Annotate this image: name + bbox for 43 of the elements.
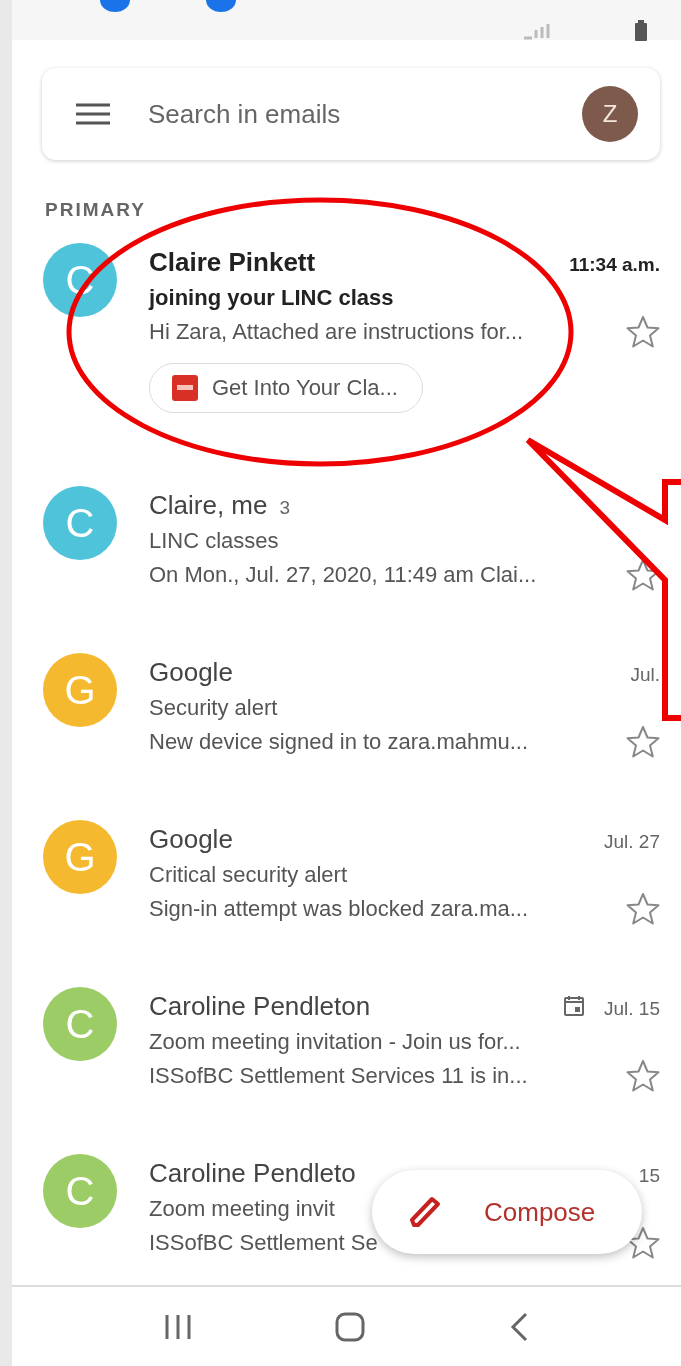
sender-name: Google [149, 655, 233, 689]
menu-icon[interactable] [76, 103, 110, 125]
sender-name: Claire Pinkett [149, 245, 316, 279]
email-subject: Critical security alert [149, 860, 348, 889]
email-subject: LINC classes [149, 526, 279, 555]
sender-name: Caroline Pendleto [149, 1156, 356, 1190]
recent-apps-icon[interactable] [163, 1312, 192, 1341]
sender-name: Claire, me [149, 488, 268, 522]
sender-avatar: C [43, 1153, 117, 1228]
account-avatar[interactable]: Z [582, 86, 638, 142]
email-date: Jul. [630, 662, 660, 687]
sender-name: Google [149, 822, 233, 856]
email-date: Jul. 27 [604, 829, 660, 854]
email-subject: Zoom meeting invit [149, 1194, 335, 1223]
attachment-chip[interactable]: Get Into Your Cla... [149, 362, 423, 413]
sender-avatar: C [43, 986, 117, 1061]
email-date: 11:34 a.m. [569, 252, 660, 277]
email-snippet: ISSofBC Settlement Services 11 is in... [149, 1062, 528, 1090]
search-field[interactable]: Search in emails [146, 93, 546, 135]
email-subject: Zoom meeting invitation - Join us for... [149, 1027, 521, 1056]
thread-count: 3 [279, 495, 291, 520]
email-snippet: New device signed in to zara.mahmu... [149, 728, 529, 756]
home-icon[interactable] [335, 1311, 366, 1342]
section-label: PRIMARY [45, 198, 147, 222]
sender-avatar: G [43, 652, 117, 727]
email-snippet: Sign-in attempt was blocked zara.ma... [149, 895, 529, 923]
pdf-icon [172, 374, 198, 401]
notification-icon [206, 0, 236, 12]
notification-icon [100, 0, 130, 12]
sender-name: Caroline Pendleton [149, 989, 371, 1023]
star-icon[interactable] [626, 891, 660, 926]
battery-icon [634, 20, 648, 42]
star-icon[interactable] [626, 724, 660, 759]
email-subject: Security alert [149, 693, 278, 722]
sender-avatar: C [43, 485, 117, 560]
email-subject: joining your LINC class [149, 283, 394, 312]
email-date: Jul. 15 [604, 996, 660, 1021]
star-icon[interactable] [626, 314, 660, 349]
sender-avatar: G [43, 819, 117, 894]
back-icon[interactable] [509, 1311, 530, 1342]
email-snippet: Hi Zara, Attached are instructions for... [149, 318, 524, 346]
email-snippet: On Mon., Jul. 27, 2020, 11:49 am Clai... [149, 561, 537, 589]
star-icon[interactable] [626, 1058, 660, 1093]
